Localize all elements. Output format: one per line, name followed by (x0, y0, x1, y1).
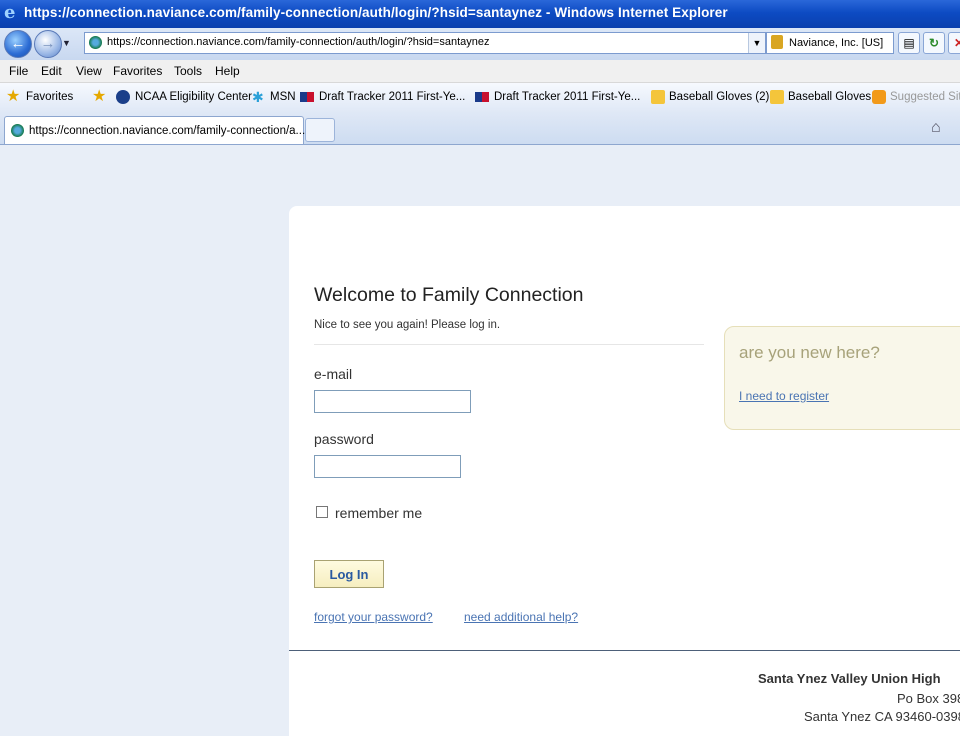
mlb-icon (300, 92, 314, 102)
navigation-bar: ← → ▼ https://connection.naviance.com/fa… (0, 28, 960, 60)
menu-tools[interactable]: Tools (174, 64, 202, 78)
login-button[interactable]: Log In (314, 560, 384, 588)
mlb-icon (475, 92, 489, 102)
menu-favorites[interactable]: Favorites (113, 64, 162, 78)
suggested-sites-icon (872, 90, 886, 104)
menu-bar: File Edit View Favorites Tools Help (0, 60, 960, 83)
email-field[interactable] (314, 390, 471, 413)
back-button[interactable]: ← (4, 30, 32, 58)
new-user-heading: are you new here? (739, 343, 880, 362)
remember-me-checkbox[interactable] (316, 506, 328, 518)
address-dropdown-icon[interactable]: ▼ (748, 33, 765, 53)
fav-baseball-gloves-2[interactable]: Baseball Gloves (2) (669, 91, 769, 103)
address-bar[interactable]: https://connection.naviance.com/family-c… (84, 32, 766, 54)
divider (314, 344, 704, 345)
window-title: https://connection.naviance.com/family-c… (24, 5, 728, 20)
login-panel: Welcome to Family Connection Nice to see… (289, 206, 960, 736)
forward-button[interactable]: → (34, 30, 62, 58)
school-name: Santa Ynez Valley Union High (758, 671, 941, 686)
msn-icon: ✱ (252, 89, 264, 105)
tab-naviance[interactable]: https://connection.naviance.com/family-c… (4, 116, 306, 144)
school-address-1: Po Box 398 (897, 691, 960, 706)
password-label: password (314, 431, 374, 447)
add-to-favorites-icon[interactable]: ★ (92, 89, 106, 105)
address-url[interactable]: https://connection.naviance.com/family-c… (107, 36, 489, 48)
fav-draft-tracker-2[interactable]: Draft Tracker 2011 First-Ye... (494, 91, 640, 103)
compatibility-view-icon[interactable]: ▤ (898, 32, 920, 54)
need-help-link[interactable]: need additional help? (464, 610, 578, 624)
password-field[interactable] (314, 455, 461, 478)
tab-bar: https://connection.naviance.com/family-c… (0, 113, 960, 145)
folder-icon (651, 90, 665, 104)
window-title-bar: e https://connection.naviance.com/family… (0, 0, 960, 28)
recent-pages-dropdown-icon[interactable]: ▼ (62, 38, 71, 48)
tab-label: https://connection.naviance.com/family-c… (29, 125, 306, 137)
menu-view[interactable]: View (76, 64, 102, 78)
favorites-button[interactable]: Favorites (26, 91, 73, 103)
site-favicon-icon (11, 124, 24, 137)
forgot-password-link[interactable]: forgot your password? (314, 610, 433, 624)
new-user-box: are you new here? I need to register (724, 326, 960, 430)
folder-icon (770, 90, 784, 104)
ncaa-icon (116, 90, 130, 104)
fav-suggested-sites[interactable]: Suggested Sites (890, 91, 960, 103)
certificate-label: Naviance, Inc. [US] (789, 37, 884, 49)
email-label: e-mail (314, 366, 353, 382)
home-icon[interactable]: ⌂ (931, 119, 941, 137)
fav-draft-tracker-1[interactable]: Draft Tracker 2011 First-Ye... (319, 91, 465, 103)
remember-me-label[interactable]: remember me (335, 505, 422, 521)
new-tab-button[interactable] (305, 118, 335, 142)
stop-icon[interactable]: ✕ (948, 32, 960, 54)
login-subtitle: Nice to see you again! Please log in. (314, 319, 501, 331)
security-certificate[interactable]: Naviance, Inc. [US] (766, 32, 894, 54)
page-content: Welcome to Family Connection Nice to see… (0, 145, 960, 736)
footer-divider (289, 650, 960, 651)
refresh-icon[interactable]: ↻ (923, 32, 945, 54)
menu-edit[interactable]: Edit (41, 64, 62, 78)
site-favicon-icon (89, 36, 102, 49)
fav-msn[interactable]: MSN (270, 91, 296, 103)
internet-explorer-icon: e (4, 2, 16, 23)
menu-help[interactable]: Help (215, 64, 240, 78)
menu-file[interactable]: File (9, 64, 28, 78)
page-title: Welcome to Family Connection (314, 284, 584, 306)
lock-icon (771, 35, 783, 49)
school-address-2: Santa Ynez CA 93460-0398 (804, 709, 960, 724)
fav-ncaa[interactable]: NCAA Eligibility Center (135, 91, 252, 103)
fav-baseball-gloves[interactable]: Baseball Gloves (788, 91, 871, 103)
register-link[interactable]: I need to register (739, 389, 829, 403)
favorites-bar: ★ Favorites ★ NCAA Eligibility Center ✱ … (0, 83, 960, 113)
favorites-star-icon: ★ (6, 88, 21, 105)
